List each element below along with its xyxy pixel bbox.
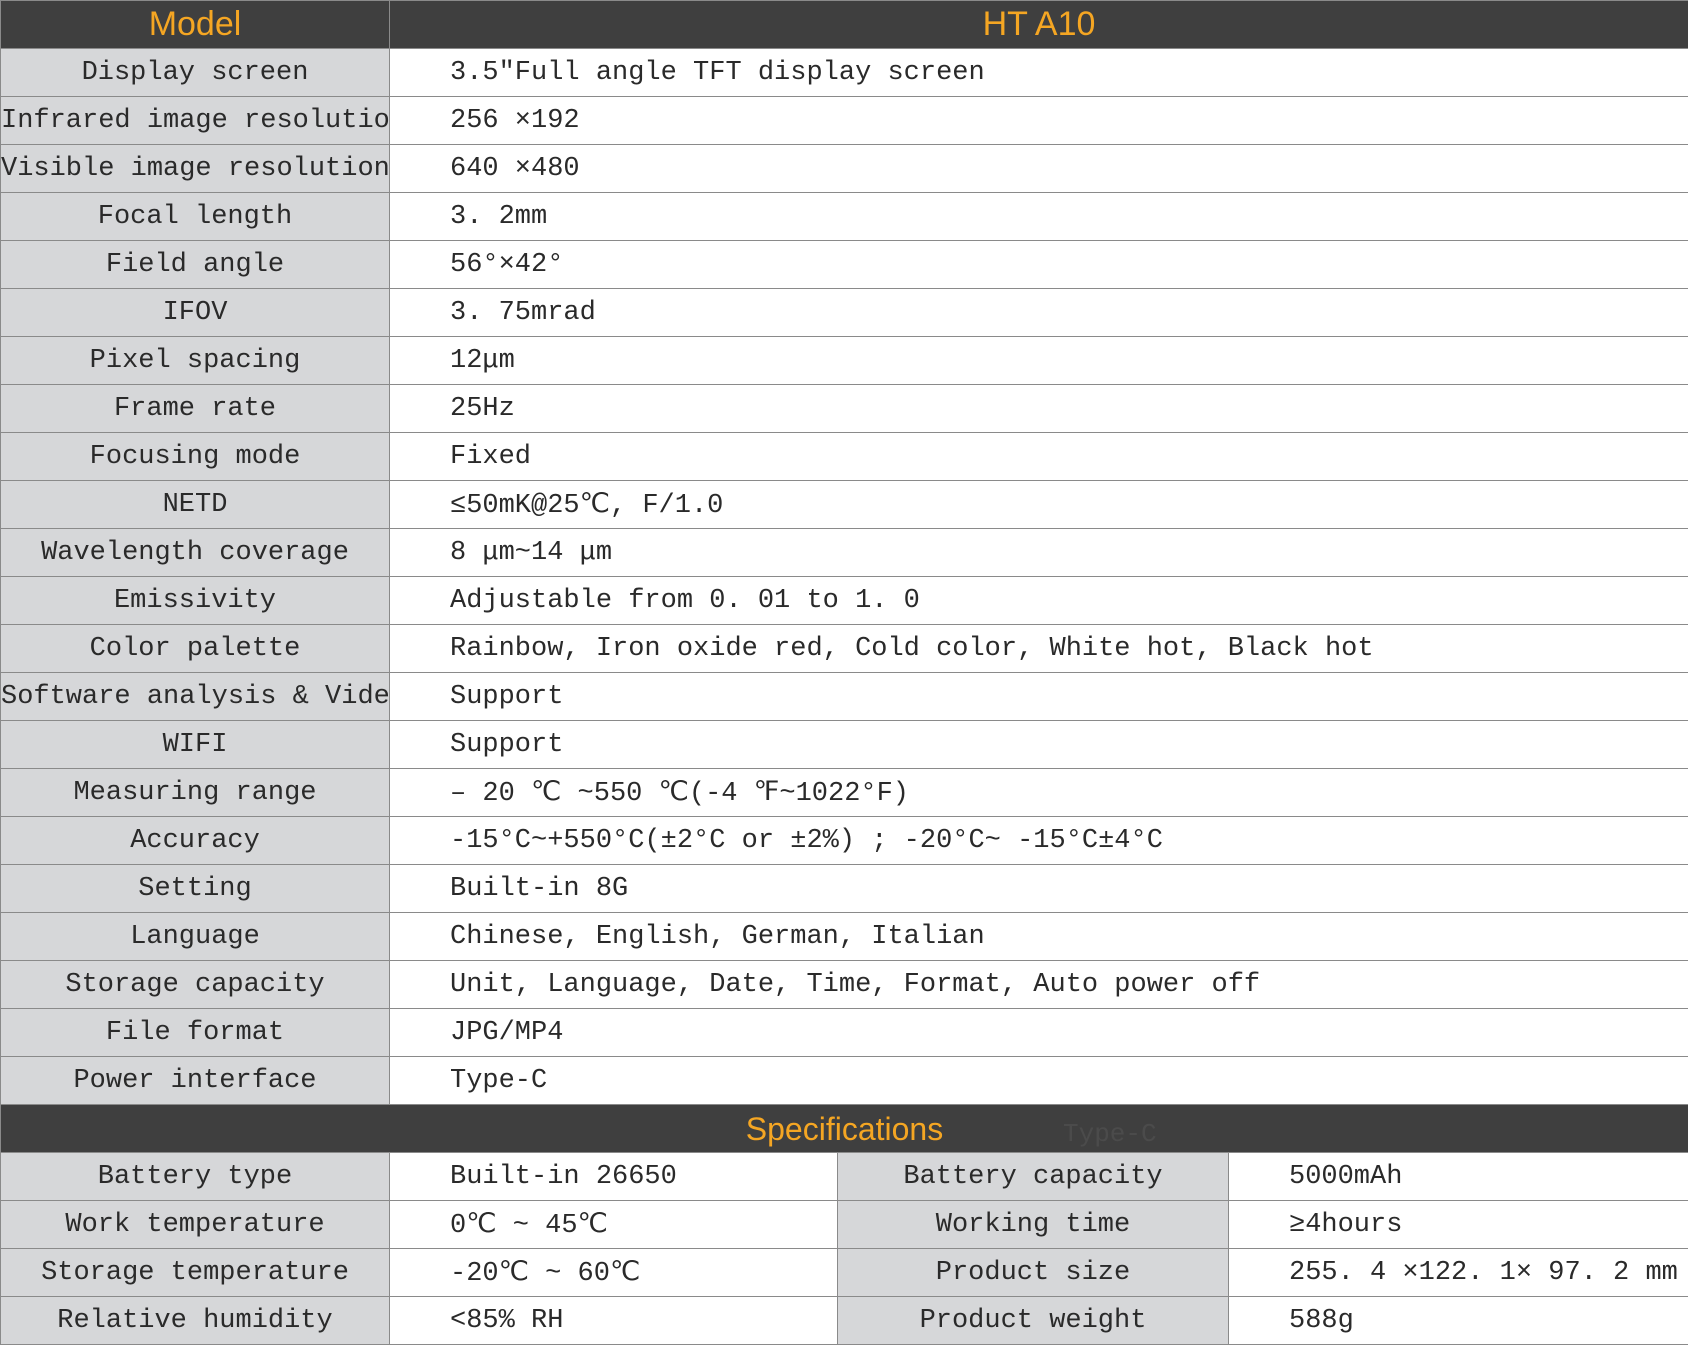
spec-value: Fixed (389, 432, 1688, 481)
spec-value: <85% RH (389, 1296, 838, 1345)
spec-value: 3. 2mm (389, 192, 1688, 241)
specifications-body: Battery type Built-in 26650 Battery capaci… (0, 1152, 1688, 1345)
spec-label: Accuracy (0, 816, 390, 865)
table-row: Display screen 3.5″Full angle TFT display… (0, 48, 1688, 97)
spec-label: Battery type (0, 1152, 390, 1201)
spec-label: Setting (0, 864, 390, 913)
table-row: Color palette Rainbow, Iron oxide red, Co… (0, 624, 1688, 673)
spec-label: Frame rate (0, 384, 390, 433)
model-label: Model (0, 0, 390, 49)
spec-label: Software analysis & Video (0, 672, 390, 721)
table-row: NETD ≤50mK@25℃, F/1.0 (0, 480, 1688, 529)
spec-label: Focal length (0, 192, 390, 241)
table-row: Pixel spacing 12μm (0, 336, 1688, 385)
spec-value: Built-in 26650 (389, 1152, 838, 1201)
specifications-header: Specifications Type-C (0, 1104, 1688, 1153)
table-row: WIFI Support (0, 720, 1688, 769)
spec-label: Color palette (0, 624, 390, 673)
spec-label: Relative humidity (0, 1296, 390, 1345)
model-value: HT A10 (389, 0, 1688, 49)
spec-label: Language (0, 912, 390, 961)
main-spec-body: Display screen 3.5″Full angle TFT display… (0, 48, 1688, 1105)
spec-label: Wavelength coverage (0, 528, 390, 577)
spec-label: Emissivity (0, 576, 390, 625)
table-row: Storage temperature -20℃ ~ 60℃ Product siz… (0, 1248, 1688, 1297)
spec-value: Chinese, English, German, Italian (389, 912, 1688, 961)
spec-value: 25Hz (389, 384, 1688, 433)
spec-value: 640 ×480 (389, 144, 1688, 193)
spec-value: 56°×42° (389, 240, 1688, 289)
spec-value: Adjustable from 0. 01 to 1. 0 (389, 576, 1688, 625)
table-row: Language Chinese, English, German, Italia… (0, 912, 1688, 961)
table-row: Power interface Type-C (0, 1056, 1688, 1105)
table-row: Visible image resolution 640 ×480 (0, 144, 1688, 193)
table-row: File format JPG/MP4 (0, 1008, 1688, 1057)
table-row: Work temperature 0℃ ~ 45℃ Working time ≥4ho… (0, 1200, 1688, 1249)
spec-label: Measuring range (0, 768, 390, 817)
spec-value: 0℃ ~ 45℃ (389, 1200, 838, 1249)
main-spec-table: Model HT A10 Display screen 3.5″Full angl… (0, 0, 1688, 1105)
spec-value: Type-C (389, 1056, 1688, 1105)
spec-value: 8 μm~14 μm (389, 528, 1688, 577)
table-row: Emissivity Adjustable from 0. 01 to 1. 0 (0, 576, 1688, 625)
specifications-title: Specifications (745, 1111, 944, 1147)
spec-value: 256 ×192 (389, 96, 1688, 145)
spec-value: Unit, Language, Date, Time, Format, Auto… (389, 960, 1688, 1009)
spec-label: File format (0, 1008, 390, 1057)
table-row: Infrared image resolution 256 ×192 (0, 96, 1688, 145)
table-row: Focusing mode Fixed (0, 432, 1688, 481)
spec-label: Work temperature (0, 1200, 390, 1249)
spec-label: Product weight (837, 1296, 1229, 1345)
spec-label: Infrared image resolution (0, 96, 390, 145)
spec-label: Focusing mode (0, 432, 390, 481)
table-row: Wavelength coverage 8 μm~14 μm (0, 528, 1688, 577)
spec-label: Pixel spacing (0, 336, 390, 385)
spec-value: Support (389, 672, 1688, 721)
spec-value: 3. 75mrad (389, 288, 1688, 337)
spec-label: Battery capacity (837, 1152, 1229, 1201)
spec-label: Storage temperature (0, 1248, 390, 1297)
spec-value: JPG/MP4 (389, 1008, 1688, 1057)
table-row: Battery type Built-in 26650 Battery capaci… (0, 1152, 1688, 1201)
spec-label: Field angle (0, 240, 390, 289)
table-header-row: Model HT A10 (0, 0, 1688, 49)
spec-value: Rainbow, Iron oxide red, Cold color, Whi… (389, 624, 1688, 673)
spec-value: 5000mAh (1228, 1152, 1688, 1201)
spec-label: IFOV (0, 288, 390, 337)
spec-value: ≥4hours (1228, 1200, 1688, 1249)
spec-label: NETD (0, 480, 390, 529)
spec-value: 255. 4 ×122. 1× 97. 2 mm (1228, 1248, 1688, 1297)
spec-label: Working time (837, 1200, 1229, 1249)
spec-value: -20℃ ~ 60℃ (389, 1248, 838, 1297)
spec-value: -15°C~+550°C(±2°C or ±2%) ; -20°C~ -15°C… (389, 816, 1688, 865)
spec-value: – 20 ℃ ~550 ℃(-4 ℉~1022°F) (389, 768, 1688, 817)
table-row: Focal length 3. 2mm (0, 192, 1688, 241)
spec-value: 3.5″Full angle TFT display screen (389, 48, 1688, 97)
table-row: IFOV 3. 75mrad (0, 288, 1688, 337)
specifications-header-row: Specifications Type-C (0, 1104, 1688, 1153)
spec-label: Display screen (0, 48, 390, 97)
table-row: Frame rate 25Hz (0, 384, 1688, 433)
table-row: Accuracy -15°C~+550°C(±2°C or ±2%) ; -20°… (0, 816, 1688, 865)
table-row: Software analysis & Video Support (0, 672, 1688, 721)
ghost-watermark-text: Type-C (1063, 1119, 1157, 1149)
table-row: Setting Built-in 8G (0, 864, 1688, 913)
spec-value: Built-in 8G (389, 864, 1688, 913)
table-row: Measuring range – 20 ℃ ~550 ℃(-4 ℉~1022°F… (0, 768, 1688, 817)
table-row: Field angle 56°×42° (0, 240, 1688, 289)
spec-label: Visible image resolution (0, 144, 390, 193)
spec-label: Product size (837, 1248, 1229, 1297)
specifications-table: Specifications Type-C Battery type Built-… (0, 1104, 1688, 1345)
spec-label: WIFI (0, 720, 390, 769)
spec-value: 588g (1228, 1296, 1688, 1345)
spec-label: Storage capacity (0, 960, 390, 1009)
spec-value: Support (389, 720, 1688, 769)
spec-value: ≤50mK@25℃, F/1.0 (389, 480, 1688, 529)
table-row: Storage capacity Unit, Language, Date, Ti… (0, 960, 1688, 1009)
spec-label: Power interface (0, 1056, 390, 1105)
spec-sheet: Model HT A10 Display screen 3.5″Full angl… (0, 0, 1688, 1346)
table-row: Relative humidity <85% RH Product weight 58… (0, 1296, 1688, 1345)
spec-value: 12μm (389, 336, 1688, 385)
